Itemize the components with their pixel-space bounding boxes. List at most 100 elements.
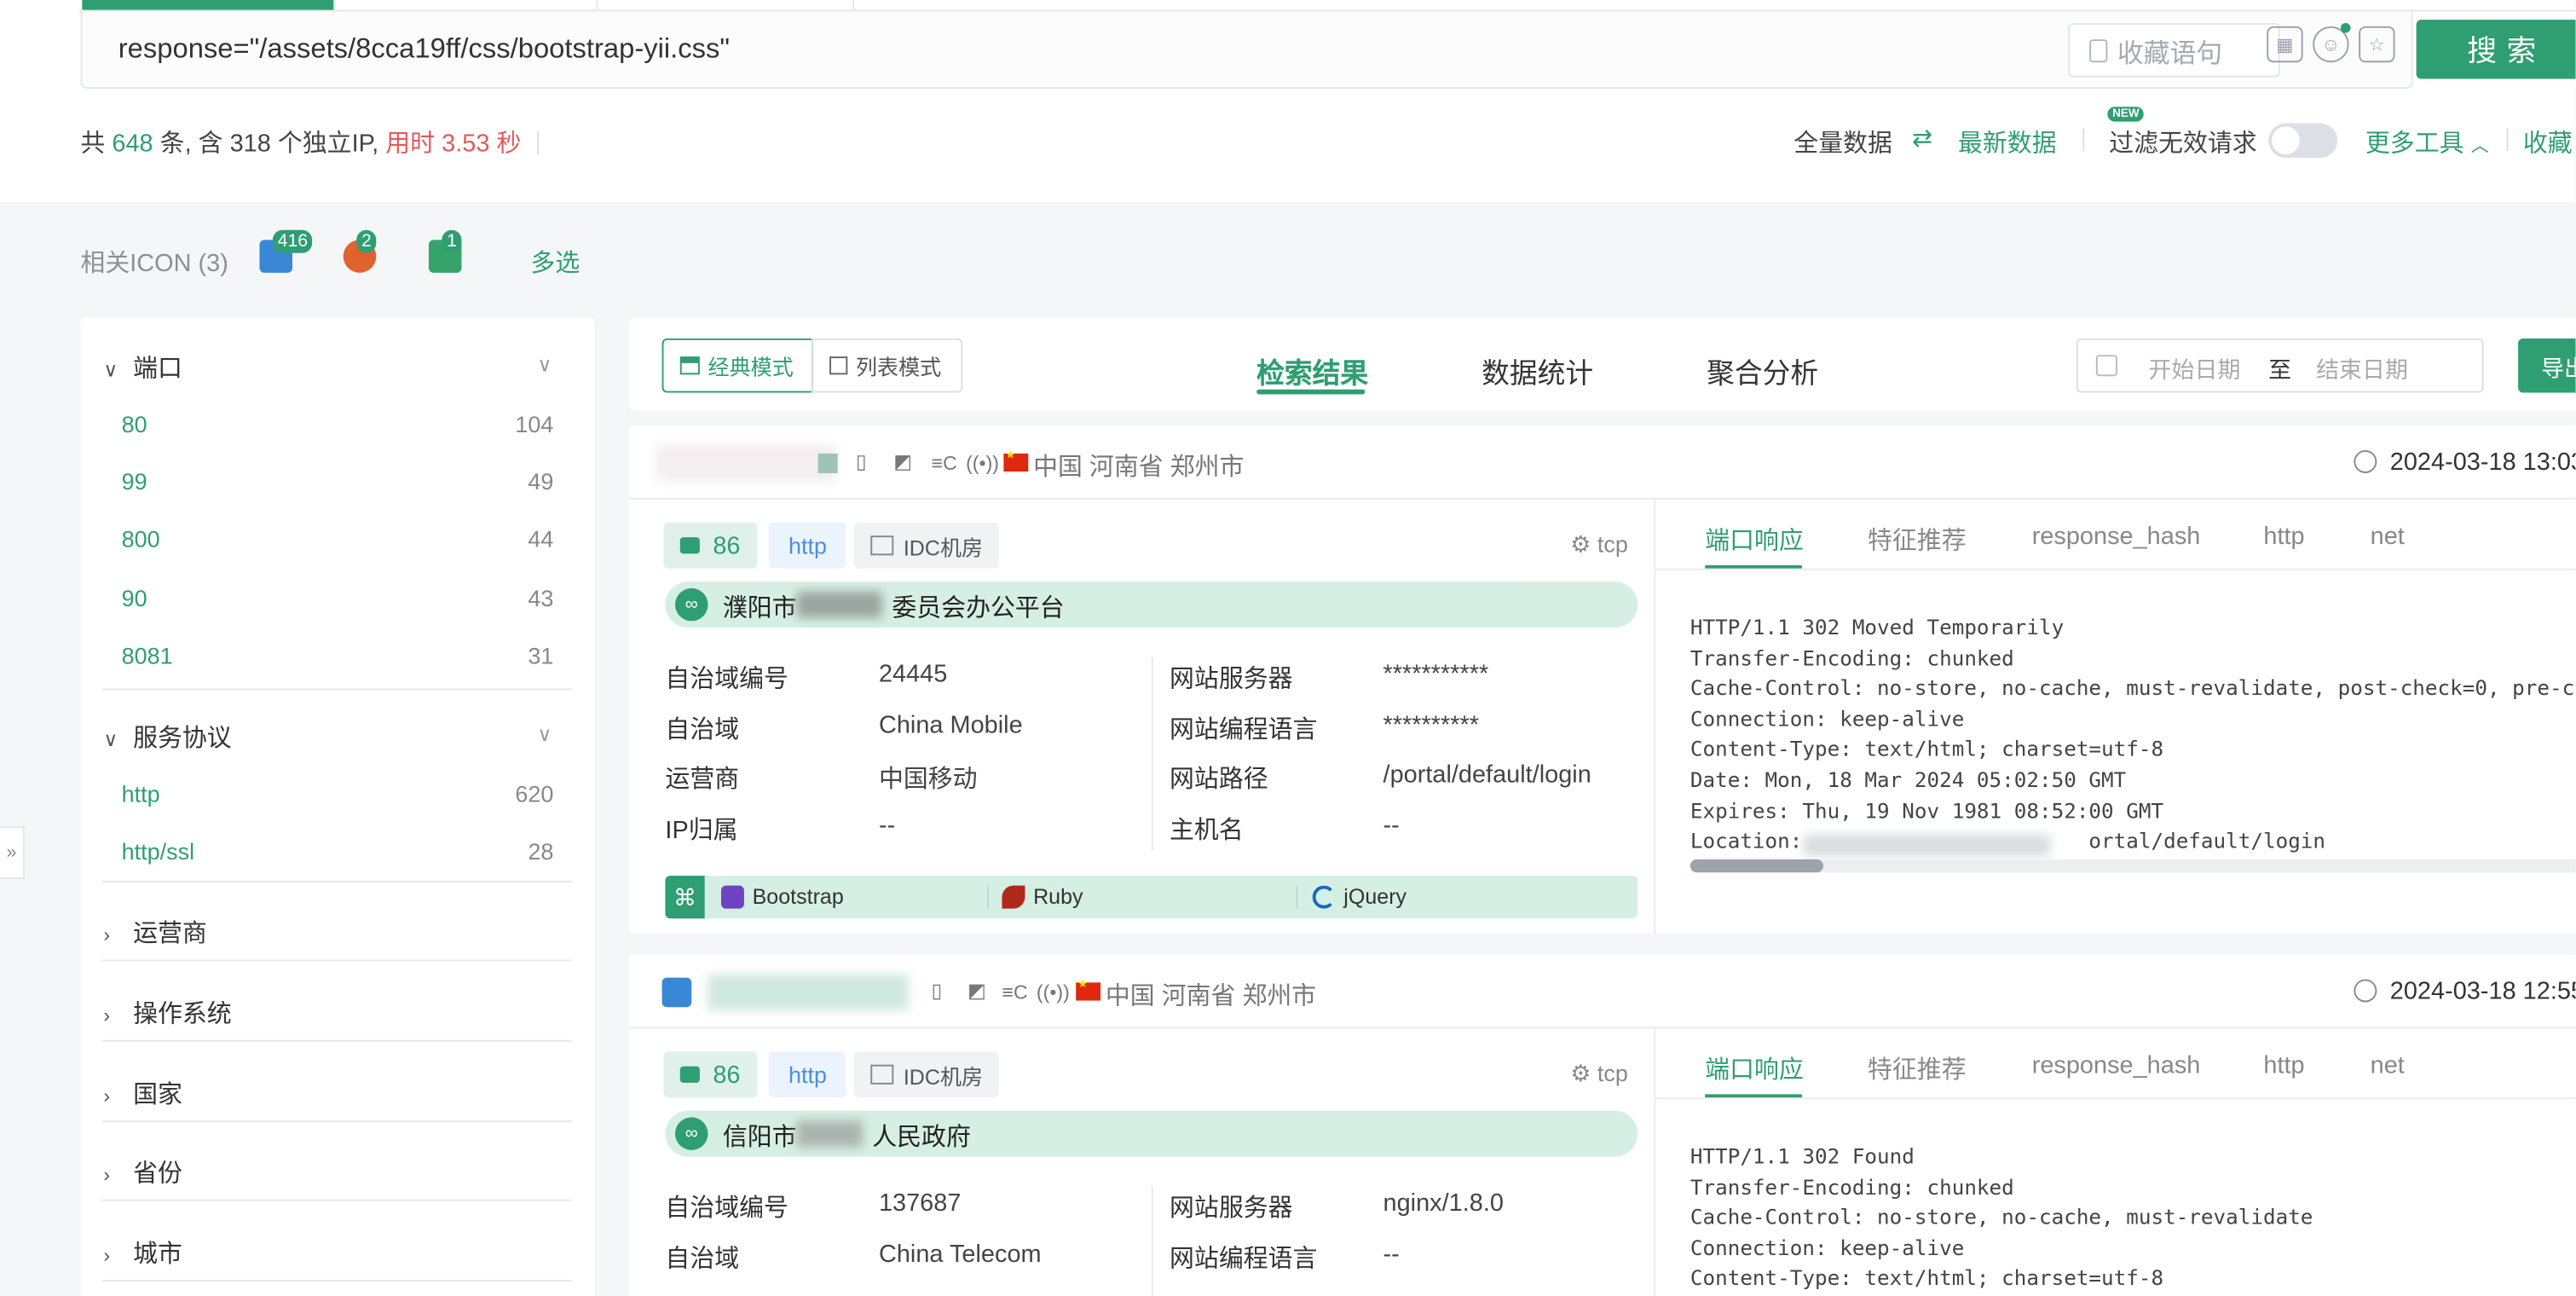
tab-statistics[interactable]: 数据统计 (1481, 350, 1593, 391)
tab-search-results[interactable]: 检索结果 (1256, 350, 1368, 391)
cert-icon[interactable]: ≡C (1002, 981, 1027, 1004)
screenshot-icon[interactable]: ◩ (967, 979, 986, 1002)
filter-item[interactable]: http 620 (122, 780, 554, 807)
filter-section-isp[interactable]: › 运营商 (103, 915, 206, 949)
cert-icon[interactable]: ≡C (932, 452, 957, 475)
search-button[interactable]: 搜索 (2416, 20, 2576, 79)
response-panel: 端口响应 特征推荐 response_hash http net HTTP/1.… (1654, 499, 2576, 934)
site-title-b: 委员会办公平台 (892, 594, 1065, 623)
all-data-link[interactable]: 全量数据 (1793, 124, 1892, 159)
filter-section-protocols[interactable]: ∨ 服务协议 (103, 720, 231, 754)
query-tab[interactable] (335, 0, 598, 10)
filter-item[interactable]: 90 43 (122, 585, 554, 611)
site-title-a: 信阳市 (722, 1124, 797, 1152)
response-line: Cache-Control: no-store, no-cache, must-… (1689, 675, 2576, 701)
list-mode-button[interactable]: 列表模式 (811, 338, 963, 393)
rtab-response-hash[interactable]: response_hash (2032, 1051, 2201, 1079)
divider (101, 959, 572, 962)
rtab-http[interactable]: http (2263, 523, 2304, 551)
signal-icon[interactable]: ((•)) (1037, 981, 1070, 1004)
idc-badge[interactable]: IDC机房 (854, 522, 1000, 569)
result-time: 2024-03-18 12:55 (2389, 977, 2576, 1006)
stats-ip-count: 318 (229, 130, 271, 158)
filter-item[interactable]: 8081 31 (122, 642, 554, 668)
more-tools-label: 更多工具 (2365, 130, 2464, 158)
port-badge[interactable]: 86 (663, 1051, 757, 1098)
classic-mode-button[interactable]: 经典模式 (661, 338, 813, 393)
search-query-text[interactable]: response="/assets/8cca19ff/css/bootstrap… (118, 33, 730, 67)
filter-key: http/ssl (121, 837, 195, 865)
table-icon (679, 356, 700, 375)
grid-icon[interactable]: ▦ (2267, 26, 2303, 63)
port-badge[interactable]: 86 (663, 522, 757, 569)
filter-section-country[interactable]: › 国家 (103, 1076, 182, 1110)
tech-item[interactable]: Bootstrap (720, 884, 844, 909)
filter-section-os[interactable]: › 操作系统 (103, 996, 231, 1030)
export-button[interactable]: 导出 (2518, 338, 2576, 393)
query-tab[interactable] (598, 0, 855, 10)
screenshot-icon[interactable]: ◩ (893, 450, 912, 473)
filter-count: 28 (528, 837, 554, 865)
rtab-http[interactable]: http (2263, 1051, 2304, 1079)
signal-icon[interactable]: ((•)) (966, 452, 999, 475)
path-value: /portal/default/login (1383, 761, 1591, 789)
field-label: 网站服务器 (1170, 665, 1293, 694)
horizontal-scrollbar[interactable] (1689, 859, 2576, 873)
query-tab-active[interactable] (82, 0, 336, 10)
protocol-badge[interactable]: http (768, 1051, 847, 1098)
more-tools-link[interactable]: 更多工具 ︿ (2365, 124, 2489, 159)
favorite-query-button[interactable]: 收藏语句 (2068, 22, 2280, 78)
filter-key: http (121, 780, 160, 807)
chevron-down-icon[interactable]: ∨ (538, 723, 552, 746)
document-icon[interactable]: ▯ (856, 450, 867, 473)
response-line: Connection: keep-alive (1689, 1235, 1965, 1260)
filter-invalid-toggle[interactable] (2268, 123, 2338, 158)
filter-section-city[interactable]: › 城市 (103, 1235, 182, 1270)
rtab-net[interactable]: net (2371, 523, 2405, 551)
rtab-port-response[interactable]: 端口响应 (1705, 1051, 1804, 1085)
swap-icon[interactable]: ⇄ (1912, 124, 1932, 153)
filter-count: 43 (528, 585, 554, 611)
rtab-port-response[interactable]: 端口响应 (1705, 523, 1804, 557)
document-icon[interactable]: ▯ (932, 979, 943, 1002)
rtab-features[interactable]: 特征推荐 (1868, 1051, 1967, 1085)
rtab-features[interactable]: 特征推荐 (1868, 523, 1967, 557)
tech-item[interactable]: jQuery (1312, 884, 1406, 909)
chevron-down-icon: ∨ (103, 358, 118, 382)
tech-item[interactable]: Ruby (1002, 884, 1083, 909)
chevron-right-icon: › (103, 923, 111, 946)
isp-value: 中国移动 (878, 765, 978, 794)
expand-handle-icon[interactable]: » (0, 826, 25, 879)
divider (101, 688, 572, 691)
multi-select-link[interactable]: 多选 (530, 245, 580, 279)
start-date-input[interactable]: 开始日期 (2149, 353, 2241, 386)
result-stats: 共 648 条, 含 318 个独立IP, 用时 3.53 秒 (80, 124, 540, 159)
favorites-link[interactable]: 收藏 (2523, 124, 2573, 159)
filter-section-province[interactable]: › 省份 (103, 1155, 182, 1189)
chevron-down-icon[interactable]: ∨ (538, 353, 552, 376)
filter-item[interactable]: 80 104 (122, 411, 554, 437)
star-icon[interactable]: ☆ (2359, 26, 2395, 63)
protocol-badge[interactable]: http (768, 522, 847, 569)
filter-key: 99 (121, 468, 147, 495)
section-title: 国家 (133, 1080, 182, 1109)
idc-badge[interactable]: IDC机房 (854, 1051, 1000, 1098)
filter-section-ports[interactable]: ∨ 端口 (103, 350, 182, 384)
filter-key: 90 (121, 585, 147, 611)
site-title-bar[interactable]: ∞ 信阳市 人民政府 (665, 1110, 1638, 1157)
chevron-down-icon: ∨ (103, 727, 118, 751)
tab-aggregate[interactable]: 聚合分析 (1707, 350, 1818, 391)
date-range-picker[interactable]: 开始日期 至 结束日期 (2076, 338, 2484, 393)
latest-data-link[interactable]: 最新数据 (1958, 124, 2057, 159)
end-date-input[interactable]: 结束日期 (2316, 353, 2408, 386)
rtab-net[interactable]: net (2371, 1051, 2405, 1079)
filter-item[interactable]: 800 44 (122, 526, 554, 553)
filter-item[interactable]: http/ssl 28 (122, 838, 554, 865)
result-location: 中国 河南省 郑州市 (1105, 982, 1317, 1011)
transport-label: ⚙ tcp (1570, 530, 1628, 558)
site-title-bar[interactable]: ∞ 濮阳市 委员会办公平台 (665, 581, 1638, 628)
response-line: Date: Mon, 18 Mar 2024 05:02:50 GMT (1689, 767, 2127, 792)
search-input[interactable]: response="/assets/8cca19ff/css/bootstrap… (80, 11, 2413, 90)
rtab-response-hash[interactable]: response_hash (2032, 523, 2201, 551)
filter-item[interactable]: 99 49 (122, 468, 554, 495)
